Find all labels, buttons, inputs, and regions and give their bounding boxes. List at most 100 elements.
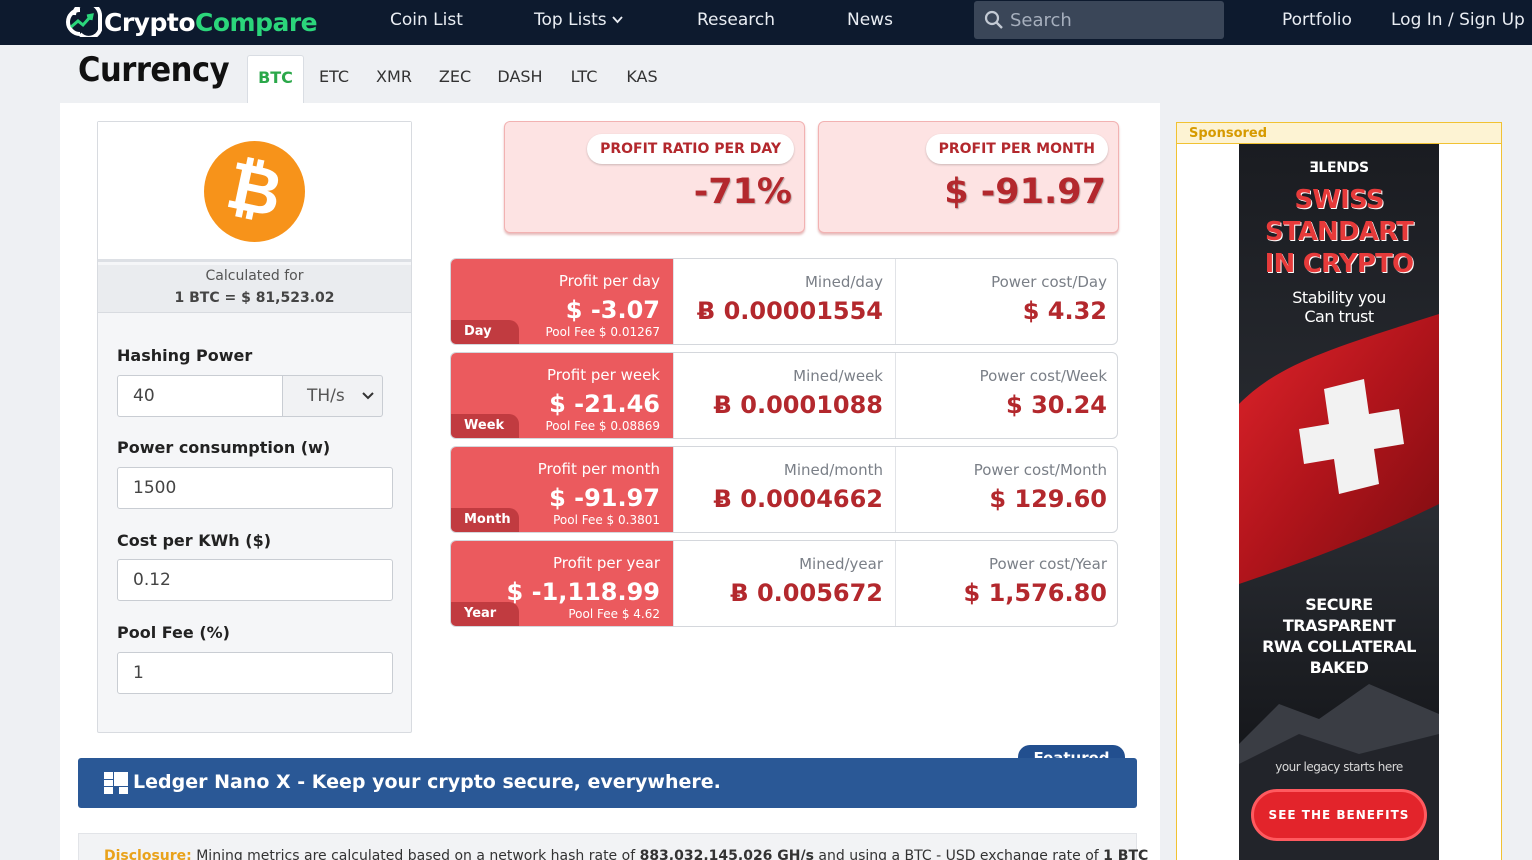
nav-portfolio[interactable]: Portfolio (1282, 0, 1352, 45)
disclosure-text-1: Mining metrics are calculated based on a… (191, 848, 640, 860)
tab-dash[interactable]: DASH (490, 55, 550, 103)
ad-banner[interactable]: ƎLENDS SWISS STANDART IN CRYPTO Stabilit… (1239, 144, 1439, 860)
tab-btc[interactable]: BTC (247, 55, 304, 103)
profit-cell: Profit per week $ -21.46 Pool Fee $ 0.08… (451, 353, 673, 438)
ad-body-3: RWA COLLATERAL (1262, 637, 1416, 656)
mined-cell: Mined/month Ƀ 0.0004662 (673, 447, 895, 532)
search-icon (984, 10, 1003, 29)
pool-fee-value: Pool Fee $ 0.01267 (545, 325, 660, 339)
power-cost-label: Power cost/Year (988, 555, 1107, 573)
nav-top-lists[interactable]: Top Lists (534, 0, 623, 45)
power-cost-label: Power cost/Day (991, 273, 1107, 291)
ad-sub-1: Stability you (1292, 288, 1386, 307)
hashing-power-label: Hashing Power (117, 346, 253, 365)
tab-kas[interactable]: KAS (619, 55, 665, 103)
coin-logo-area: ₿ (98, 122, 411, 262)
logo[interactable]: CryptoCompare (60, 4, 318, 40)
mined-label: Mined/month (783, 461, 883, 479)
page-title: Currency (78, 50, 230, 90)
profit-month-label: PROFIT PER MONTH (925, 134, 1108, 164)
profit-row-month: Profit per month $ -91.97 Pool Fee $ 0.3… (450, 446, 1118, 533)
power-consumption-input[interactable] (117, 467, 393, 509)
hashing-unit-select[interactable]: TH/s (282, 375, 383, 417)
profit-value: $ -3.07 (565, 296, 660, 324)
power-cost-value: $ 30.24 (1006, 391, 1107, 419)
pool-fee-input[interactable] (117, 652, 393, 694)
mined-label: Mined/week (793, 367, 883, 385)
mined-label: Mined/day (804, 273, 883, 291)
disclosure-text-2: and using a BTC - USD exchange rate of (813, 848, 1104, 860)
ad-body: SECURE TRASPARENT RWA COLLATERAL BAKED (1239, 594, 1439, 678)
ad-body-1: SECURE (1305, 595, 1373, 614)
nav-news[interactable]: News (847, 0, 893, 45)
profit-ratio-label: PROFIT RATIO PER DAY (587, 134, 794, 164)
profit-month-value: $ -91.97 (944, 172, 1106, 212)
profit-value: $ -1,118.99 (506, 578, 660, 606)
pool-fee-value: Pool Fee $ 0.08869 (545, 419, 660, 433)
featured-text: Ledger Nano X - Keep your crypto secure,… (133, 771, 721, 793)
sponsored-label: Sponsored (1177, 123, 1501, 144)
chevron-down-icon (362, 392, 374, 400)
profit-row-week: Profit per week $ -21.46 Pool Fee $ 0.08… (450, 352, 1118, 439)
power-cost-cell: Power cost/Month $ 129.60 (895, 447, 1117, 532)
ad-brand: ƎLENDS (1309, 160, 1369, 176)
profit-label: Profit per month (537, 460, 660, 478)
ad-headline-1: SWISS (1294, 185, 1384, 215)
profit-value: $ -21.46 (549, 390, 660, 418)
ad-subheadline: Stability you Can trust (1239, 288, 1439, 326)
profit-value: $ -91.97 (549, 484, 660, 512)
period-tag: Month (451, 508, 519, 532)
tab-etc[interactable]: ETC (310, 55, 358, 103)
pool-fee-label: Pool Fee (%) (117, 623, 230, 642)
mined-cell: Mined/week Ƀ 0.0001088 (673, 353, 895, 438)
profit-ratio-value: -71% (693, 172, 792, 212)
logo-icon (66, 7, 103, 37)
nav-top-lists-label: Top Lists (534, 10, 607, 30)
period-tag: Year (451, 602, 519, 626)
profit-cell: Profit per day $ -3.07 Pool Fee $ 0.0126… (451, 259, 673, 344)
exchange-rate: 1 BTC = $ 81,523.02 (174, 290, 335, 306)
cost-per-kwh-input[interactable] (117, 559, 393, 601)
calculated-for: Calculated for 1 BTC = $ 81,523.02 (98, 265, 411, 313)
ad-headline: SWISS STANDART IN CRYPTO (1239, 184, 1439, 280)
nav-login[interactable]: Log In / Sign Up (1391, 0, 1525, 45)
power-cost-label: Power cost/Week (979, 367, 1107, 385)
profit-label: Profit per day (558, 272, 660, 290)
power-cost-cell: Power cost/Week $ 30.24 (895, 353, 1117, 438)
featured-banner[interactable]: Ledger Nano X - Keep your crypto secure,… (78, 758, 1137, 808)
mined-cell: Mined/day Ƀ 0.00001554 (673, 259, 895, 344)
bitcoin-glyph: ₿ (220, 146, 289, 233)
power-cost-value: $ 1,576.80 (963, 579, 1107, 607)
nav-coin-list[interactable]: Coin List (390, 0, 463, 45)
top-navbar: CryptoCompare Coin List Top Lists Resear… (0, 0, 1532, 45)
profit-month-box: PROFIT PER MONTH $ -91.97 (818, 121, 1119, 233)
ledger-icon (104, 772, 128, 794)
tab-xmr[interactable]: XMR (369, 55, 419, 103)
power-consumption-label: Power consumption (w) (117, 438, 331, 457)
profit-row-year: Profit per year $ -1,118.99 Pool Fee $ 4… (450, 540, 1118, 627)
pool-fee-value: Pool Fee $ 4.62 (568, 607, 660, 621)
period-tag: Week (451, 414, 519, 438)
hashing-unit-value: TH/s (307, 386, 345, 406)
power-cost-value: $ 129.60 (989, 485, 1107, 513)
profit-ratio-box: PROFIT RATIO PER DAY -71% (504, 121, 805, 233)
power-cost-value: $ 4.32 (1022, 297, 1107, 325)
ad-body-2: TRASPARENT (1282, 616, 1396, 635)
nav-research[interactable]: Research (697, 0, 775, 45)
hashing-power-input[interactable] (117, 375, 283, 417)
search-input[interactable] (1010, 1, 1210, 39)
ad-tagline: your legacy starts here (1275, 760, 1403, 774)
ad-cta-button[interactable]: SEE THE BENEFITS (1251, 789, 1427, 841)
ad-body-4: BAKED (1309, 658, 1369, 677)
chevron-down-icon (612, 16, 623, 24)
tab-ltc[interactable]: LTC (562, 55, 606, 103)
power-cost-cell: Power cost/Day $ 4.32 (895, 259, 1117, 344)
pool-fee-value: Pool Fee $ 0.3801 (553, 513, 660, 527)
profit-cell: Profit per month $ -91.97 Pool Fee $ 0.3… (451, 447, 673, 532)
disclosure-label: Disclosure: (104, 848, 192, 860)
profit-row-day: Profit per day $ -3.07 Pool Fee $ 0.0126… (450, 258, 1118, 345)
profit-label: Profit per week (547, 366, 660, 384)
disclosure-rate: 1 BTC (1103, 848, 1149, 860)
search-box[interactable] (974, 1, 1224, 39)
tab-zec[interactable]: ZEC (432, 55, 478, 103)
